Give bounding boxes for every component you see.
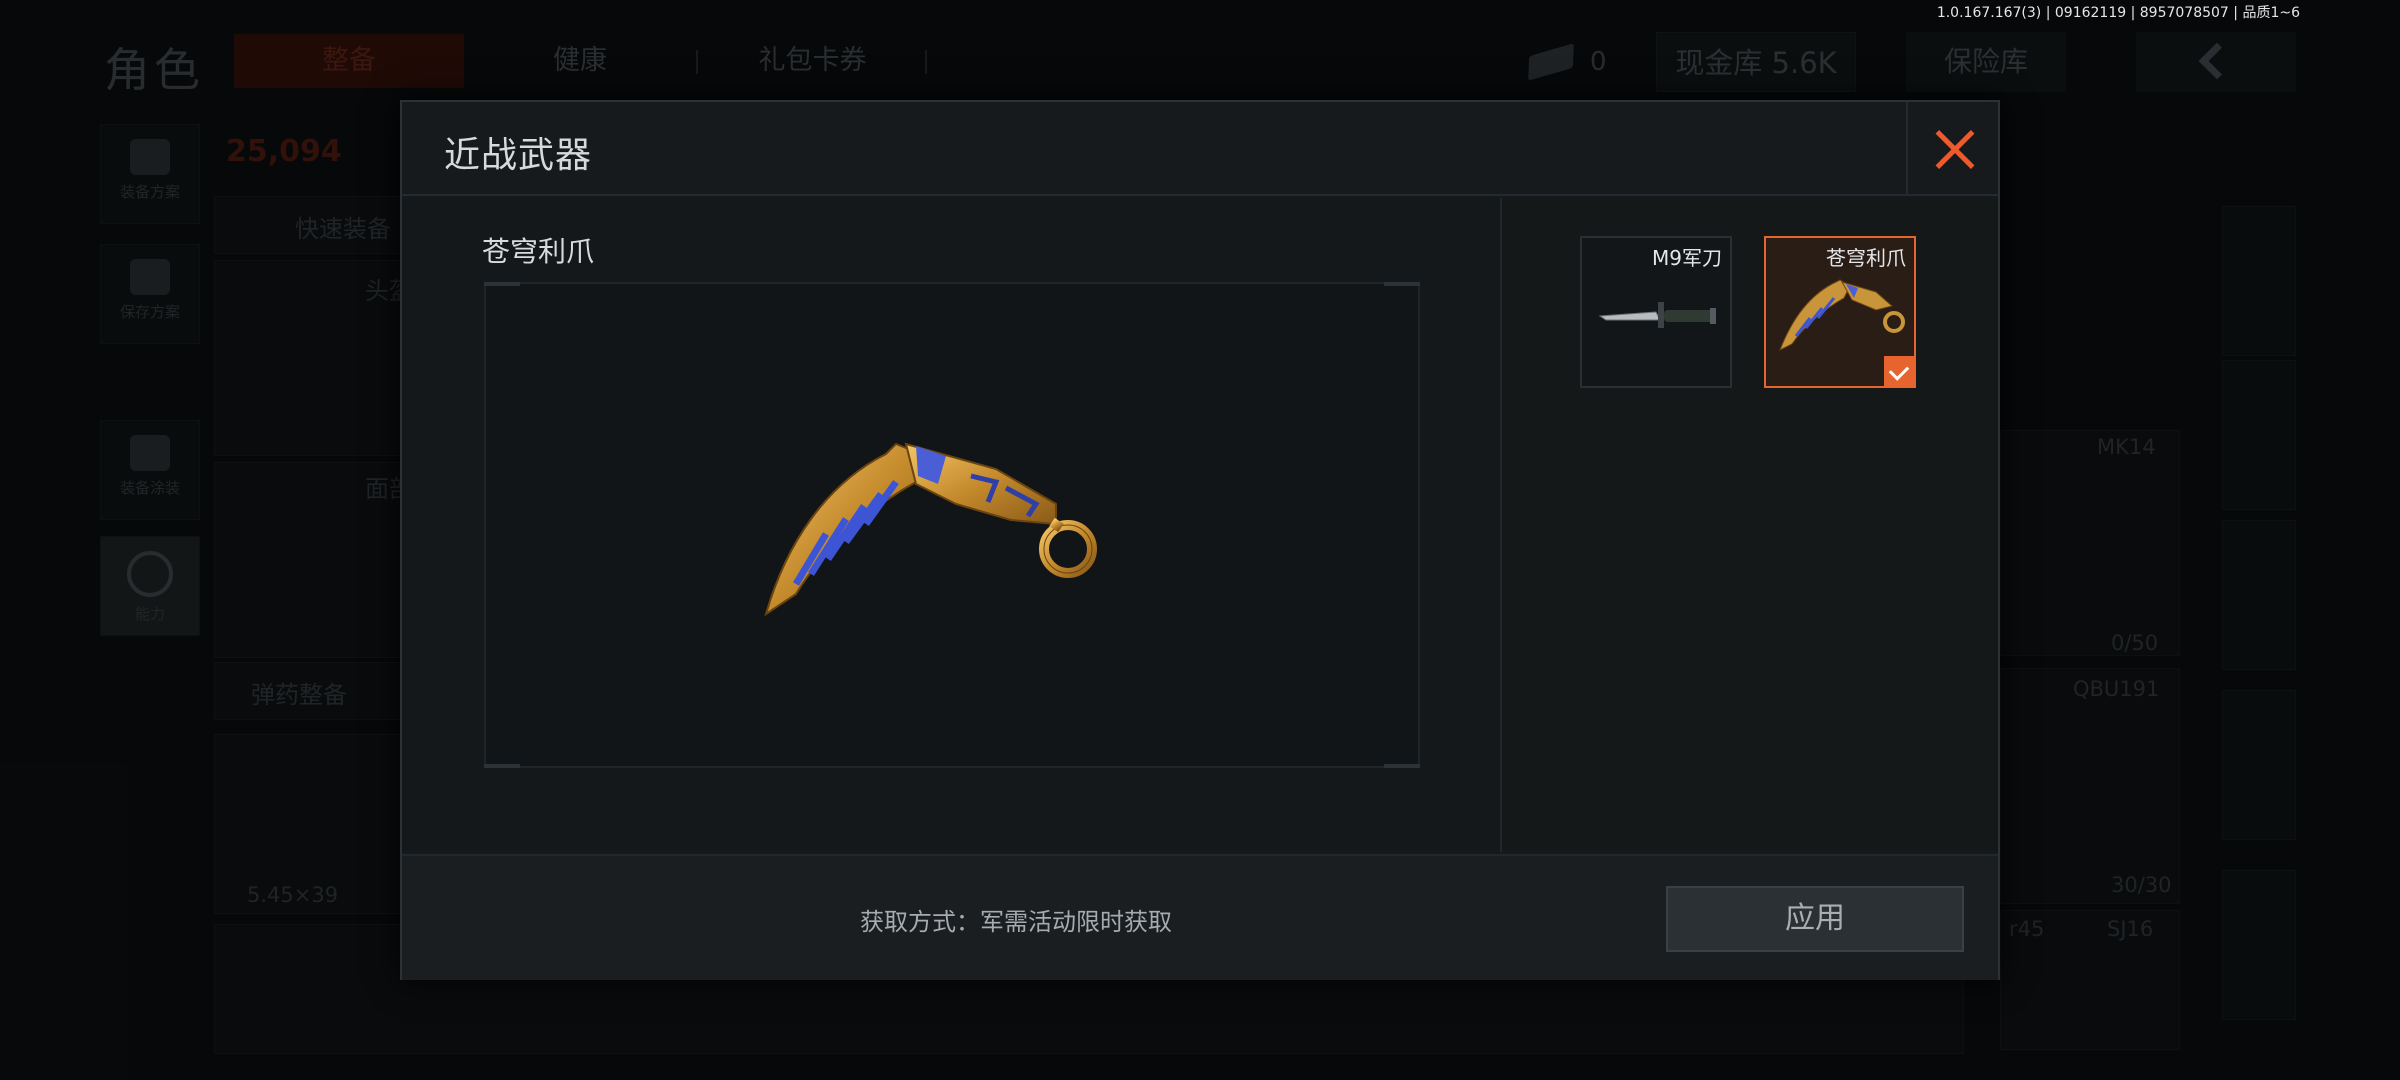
game-screen: 角色 整备 健康 礼包卡券 0 现金库 5.6K 保险库 25,094 装备方案… [0,0,2400,1080]
selected-item-name: 苍穹利爪 [482,235,595,268]
skin-label: 苍穹利爪 [1826,246,1906,270]
frame-corner [484,764,520,768]
dialog-header: 近战武器 [402,102,1998,196]
skin-card-m9[interactable]: M9军刀 [1580,236,1732,388]
karambit-knife-image [764,442,1097,617]
check-icon [1888,360,1910,381]
version-info: 1.0.167.167(3) | 09162119 | 8957078507 |… [1936,5,2300,21]
close-button[interactable] [1906,102,1998,196]
preview-frame[interactable] [484,282,1420,768]
melee-weapon-dialog: 近战武器 苍穹利爪 M9军刀 苍穹利爪 获取方式：军需活动限时获取 应用 [400,100,2000,980]
preview-area: 苍穹利爪 [402,198,1502,852]
m9-bayonet-image [1598,302,1716,328]
skin-selector: M9军刀 苍穹利爪 [1502,198,1998,852]
skin-card-karambit[interactable]: 苍穹利爪 [1764,236,1916,388]
selected-check-badge [1884,356,1916,388]
apply-button[interactable]: 应用 [1666,886,1964,952]
dialog-title: 近战武器 [444,135,593,176]
karambit-thumbnail [1779,279,1905,352]
acquire-method-text: 获取方式：军需活动限时获取 [860,908,1172,936]
dialog-footer: 获取方式：军需活动限时获取 应用 [402,854,1998,980]
frame-corner [484,282,520,286]
frame-corner [1384,764,1420,768]
frame-corner [1384,282,1420,286]
skin-label: M9军刀 [1652,246,1722,270]
